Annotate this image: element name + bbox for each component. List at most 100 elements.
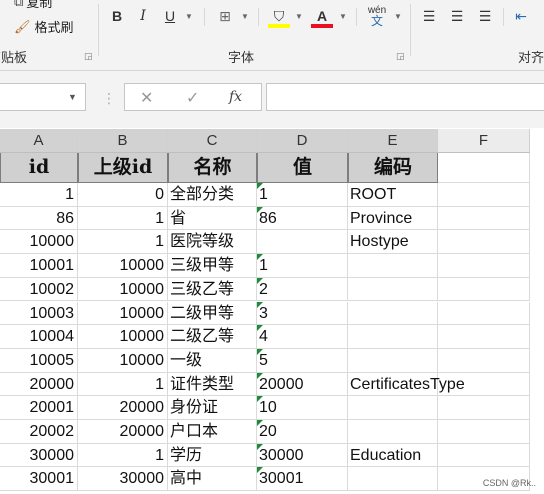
clipboard-dialog-launcher-icon[interactable]: ◲ <box>84 51 93 62</box>
table-cell[interactable]: 三级乙等 <box>168 277 257 302</box>
table-cell[interactable]: 1 <box>257 183 348 207</box>
decrease-indent-button[interactable]: ⇤ <box>510 6 532 26</box>
table-header-cell[interactable]: 值 <box>257 153 348 183</box>
table-cell[interactable]: 10005 <box>0 348 78 373</box>
align-right-button[interactable]: ☰ <box>474 6 496 26</box>
table-cell[interactable]: 10000 <box>78 301 168 326</box>
column-header-c[interactable]: C <box>168 129 257 153</box>
table-cell[interactable]: 1 <box>78 372 168 397</box>
insert-function-icon[interactable]: fx <box>229 89 242 105</box>
table-cell[interactable]: 10 <box>257 396 348 420</box>
enter-icon[interactable]: ✓ <box>186 88 199 108</box>
table-cell[interactable] <box>257 230 348 255</box>
table-cell[interactable]: 证件类型 <box>168 372 257 397</box>
table-cell[interactable]: 20 <box>257 420 348 444</box>
column-header-d[interactable]: D <box>257 129 348 153</box>
table-cell[interactable]: 30001 <box>257 467 348 492</box>
table-cell[interactable]: 20000 <box>0 372 78 397</box>
table-cell[interactable]: 4 <box>257 325 348 349</box>
cell-empty[interactable] <box>438 230 530 255</box>
table-cell[interactable]: 1 <box>0 183 78 207</box>
cell-empty[interactable] <box>438 348 530 373</box>
borders-button[interactable]: ⊞ <box>214 6 236 26</box>
spreadsheet-grid[interactable]: ABCDEF id 上级id 名称值编码 1 0 全部分类 1 ROOT 86 1 省 86 Provi… <box>0 129 544 494</box>
cell-empty[interactable] <box>438 277 530 302</box>
table-cell[interactable]: 10002 <box>0 277 78 302</box>
cell-empty[interactable] <box>438 153 530 183</box>
table-cell[interactable] <box>348 420 438 444</box>
table-cell[interactable]: 二级甲等 <box>168 301 257 326</box>
table-cell[interactable] <box>348 467 438 492</box>
table-cell[interactable]: 30000 <box>0 443 78 468</box>
table-cell[interactable]: ROOT <box>348 183 438 207</box>
table-cell[interactable]: 86 <box>257 206 348 231</box>
table-cell[interactable]: 10000 <box>78 325 168 349</box>
table-cell[interactable]: 10000 <box>0 230 78 255</box>
align-center-button[interactable]: ☰ <box>446 6 468 26</box>
table-cell[interactable]: 86 <box>0 206 78 231</box>
column-header-a[interactable]: A <box>0 129 78 153</box>
table-cell[interactable]: 5 <box>257 348 348 373</box>
table-cell[interactable]: CertificatesType <box>348 372 465 397</box>
table-cell[interactable]: 20000 <box>257 372 348 397</box>
table-cell[interactable] <box>348 396 438 420</box>
table-cell[interactable]: 20001 <box>0 396 78 420</box>
cell-empty[interactable] <box>438 183 530 207</box>
cell-empty[interactable] <box>438 301 530 326</box>
underline-dropdown[interactable]: ▼ <box>182 6 194 26</box>
table-cell[interactable]: 10000 <box>78 277 168 302</box>
font-color-dropdown[interactable]: ▼ <box>336 6 348 26</box>
table-cell[interactable] <box>348 301 438 326</box>
formula-input[interactable] <box>266 83 544 111</box>
table-header-cell[interactable]: 编码 <box>348 153 438 183</box>
table-cell[interactable]: 1 <box>257 254 348 278</box>
table-cell[interactable] <box>348 325 438 349</box>
table-cell[interactable]: 三级甲等 <box>168 254 257 278</box>
table-cell[interactable]: 户口本 <box>168 420 257 444</box>
cell-empty[interactable] <box>438 396 530 420</box>
format-painter-button[interactable]: 🖌 格式刷 <box>14 17 74 36</box>
cell-empty[interactable] <box>438 206 530 231</box>
table-cell[interactable] <box>348 254 438 278</box>
column-header-b[interactable]: B <box>78 129 168 153</box>
table-cell[interactable]: Province <box>348 206 438 231</box>
font-color-button[interactable]: A <box>311 6 333 26</box>
table-cell[interactable]: 10004 <box>0 325 78 349</box>
table-cell[interactable]: 1 <box>78 206 168 231</box>
splitter-handle[interactable]: ⋮ <box>102 90 116 107</box>
underline-button[interactable]: U <box>160 6 180 26</box>
table-cell[interactable]: 30000 <box>257 443 348 468</box>
table-cell[interactable]: 10003 <box>0 301 78 326</box>
chevron-down-icon[interactable]: ▼ <box>68 92 77 102</box>
table-cell[interactable]: 30001 <box>0 467 78 492</box>
table-cell[interactable]: 20000 <box>78 420 168 444</box>
cancel-icon[interactable]: ✕ <box>140 88 153 108</box>
table-header-cell[interactable]: id <box>0 153 78 183</box>
italic-button[interactable]: I <box>133 6 153 26</box>
bold-button[interactable]: B <box>107 6 127 26</box>
table-cell[interactable]: 10000 <box>78 348 168 373</box>
borders-dropdown[interactable]: ▼ <box>238 6 250 26</box>
cell-empty[interactable] <box>438 325 530 349</box>
table-cell[interactable]: 高中 <box>168 467 257 492</box>
cell-empty[interactable] <box>438 254 530 278</box>
table-cell[interactable]: 2 <box>257 277 348 302</box>
cell-empty[interactable] <box>438 420 530 444</box>
table-cell[interactable]: 30000 <box>78 467 168 492</box>
table-cell[interactable]: 1 <box>78 443 168 468</box>
table-cell[interactable] <box>348 277 438 302</box>
column-header-e[interactable]: E <box>348 129 438 153</box>
table-cell[interactable]: 3 <box>257 301 348 326</box>
table-cell[interactable]: Education <box>348 443 438 468</box>
font-dialog-launcher-icon[interactable]: ◲ <box>396 51 405 62</box>
align-left-button[interactable]: ☰ <box>418 6 440 26</box>
table-cell[interactable]: 10000 <box>78 254 168 278</box>
phonetic-guide-button[interactable]: wén 文 <box>364 6 390 28</box>
table-header-cell[interactable]: 名称 <box>168 153 257 183</box>
table-cell[interactable]: 学历 <box>168 443 257 468</box>
cell-empty[interactable] <box>438 443 530 468</box>
table-header-cell[interactable]: 上级id <box>78 153 168 183</box>
table-cell[interactable]: Hostype <box>348 230 438 255</box>
fill-color-dropdown[interactable]: ▼ <box>292 6 304 26</box>
table-cell[interactable]: 20002 <box>0 420 78 444</box>
